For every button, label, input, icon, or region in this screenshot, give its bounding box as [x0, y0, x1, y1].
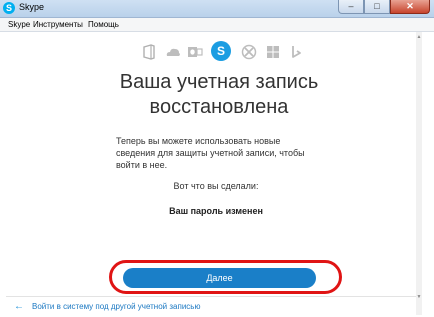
scroll-up-icon[interactable]: ▲: [416, 34, 422, 40]
annotation-highlight-circle: [109, 260, 342, 294]
back-arrow-icon[interactable]: ←: [14, 301, 24, 312]
sign-in-other-account-link[interactable]: Войти в систему под другой учетной запис…: [32, 302, 200, 311]
info-text: Теперь вы можете использовать новые свед…: [116, 135, 322, 171]
password-changed-text: Ваш пароль изменен: [169, 206, 263, 216]
content-area: S Ваша учетная запись восстановлена Тепе…: [6, 32, 422, 315]
heading-line-1: Ваша учетная запись: [119, 71, 319, 93]
microsoft-services-row: S: [141, 41, 306, 64]
window-title: Skype: [19, 2, 45, 12]
minimize-button[interactable]: –: [338, 0, 364, 14]
scroll-down-icon[interactable]: ▼: [416, 294, 422, 300]
menu-help[interactable]: Помощь: [88, 20, 119, 29]
info-line-2: сведения для защиты учетной записи, чтоб…: [116, 148, 305, 158]
info-line-1: Теперь вы можете использовать новые: [116, 136, 281, 146]
close-button[interactable]: ✕: [390, 0, 430, 14]
xbox-icon: [241, 44, 257, 60]
menu-tools[interactable]: Инструменты: [33, 20, 83, 29]
footer: ← Войти в систему под другой учетной зап…: [6, 296, 416, 316]
skype-icon: S: [211, 41, 231, 61]
actions-done-label: Вот что вы сделали:: [173, 181, 259, 191]
office-icon: [141, 44, 157, 60]
window-controls: – □ ✕: [338, 0, 430, 14]
maximize-button[interactable]: □: [364, 0, 390, 14]
bing-icon: [289, 44, 305, 60]
skype-app-icon: S: [3, 2, 15, 14]
heading-line-2: восстановлена: [149, 96, 289, 118]
menu-bar: Skype Инструменты Помощь: [0, 18, 434, 32]
title-bar: S Skype – □ ✕: [0, 0, 434, 18]
info-line-3: войти в нее.: [116, 160, 168, 170]
menu-skype[interactable]: Skype: [8, 20, 30, 29]
windows-icon: [265, 44, 281, 60]
page-heading: Ваша учетная запись восстановлена: [84, 70, 354, 120]
outlook-icon: [187, 44, 203, 60]
vertical-scrollbar[interactable]: ▲ ▼: [416, 32, 422, 315]
onedrive-icon: [165, 44, 181, 60]
